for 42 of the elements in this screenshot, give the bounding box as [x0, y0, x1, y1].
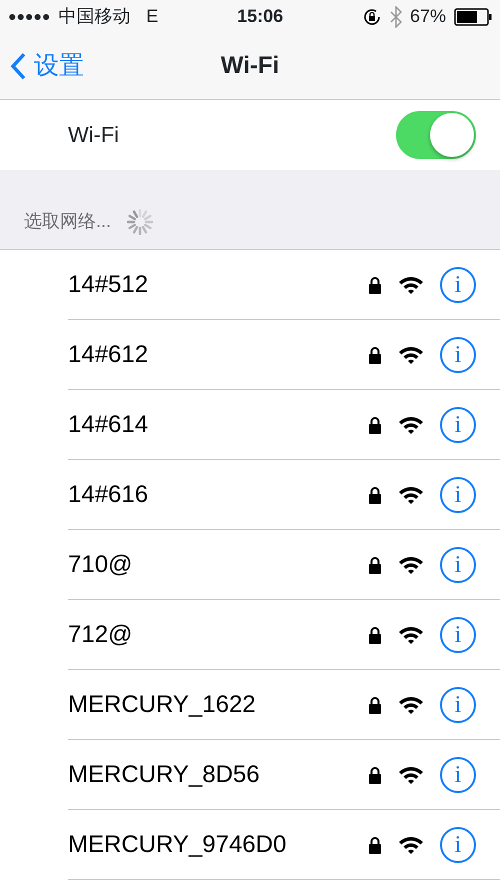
info-button[interactable]: i	[440, 616, 476, 652]
clock-time: 15:06	[237, 5, 284, 28]
back-button[interactable]: 设置	[0, 47, 84, 85]
battery-icon	[454, 8, 492, 26]
network-name: 710@	[68, 550, 134, 580]
network-name: 14#512	[68, 270, 150, 300]
info-button[interactable]: i	[440, 756, 476, 792]
network-name: 712@	[68, 620, 134, 650]
bluetooth-icon	[390, 6, 402, 28]
info-button[interactable]: i	[440, 546, 476, 582]
network-name: MERCURY_9746D0	[68, 830, 288, 860]
info-button[interactable]: i	[440, 336, 476, 372]
info-button[interactable]: i	[440, 476, 476, 512]
battery-percent: 67%	[410, 5, 446, 28]
wifi-icon	[398, 414, 424, 434]
wifi-icon	[398, 274, 424, 294]
network-name: 14#612	[68, 340, 150, 370]
rotation-lock-icon	[362, 6, 382, 26]
spinner-icon	[127, 209, 154, 235]
chevron-left-icon	[10, 52, 26, 80]
wifi-switch[interactable]	[396, 111, 476, 159]
info-button[interactable]: i	[440, 266, 476, 302]
section-header: 选取网络...	[24, 210, 112, 233]
network-name: 14#616	[68, 480, 150, 510]
carrier-name: 中国移动	[58, 5, 130, 28]
toggle-label: Wi-Fi	[68, 120, 120, 149]
info-button[interactable]: i	[440, 686, 476, 722]
wifi-icon	[398, 624, 424, 644]
wifi-icon	[398, 484, 424, 504]
signal-dots: ●●●●●	[8, 7, 50, 26]
wifi-icon	[398, 344, 424, 364]
wifi-icon	[398, 764, 424, 784]
info-button[interactable]: i	[440, 406, 476, 442]
screen-title: Wi-Fi	[220, 51, 280, 81]
wifi-icon	[398, 554, 424, 574]
wifi-icon	[398, 694, 424, 714]
network-type: E	[146, 5, 158, 28]
network-name: MERCURY_8D56	[68, 760, 261, 790]
network-name: MERCURY_1622	[68, 690, 257, 720]
wifi-icon	[398, 834, 424, 854]
network-name: 14#614	[68, 410, 150, 440]
info-button[interactable]: i	[440, 826, 476, 862]
